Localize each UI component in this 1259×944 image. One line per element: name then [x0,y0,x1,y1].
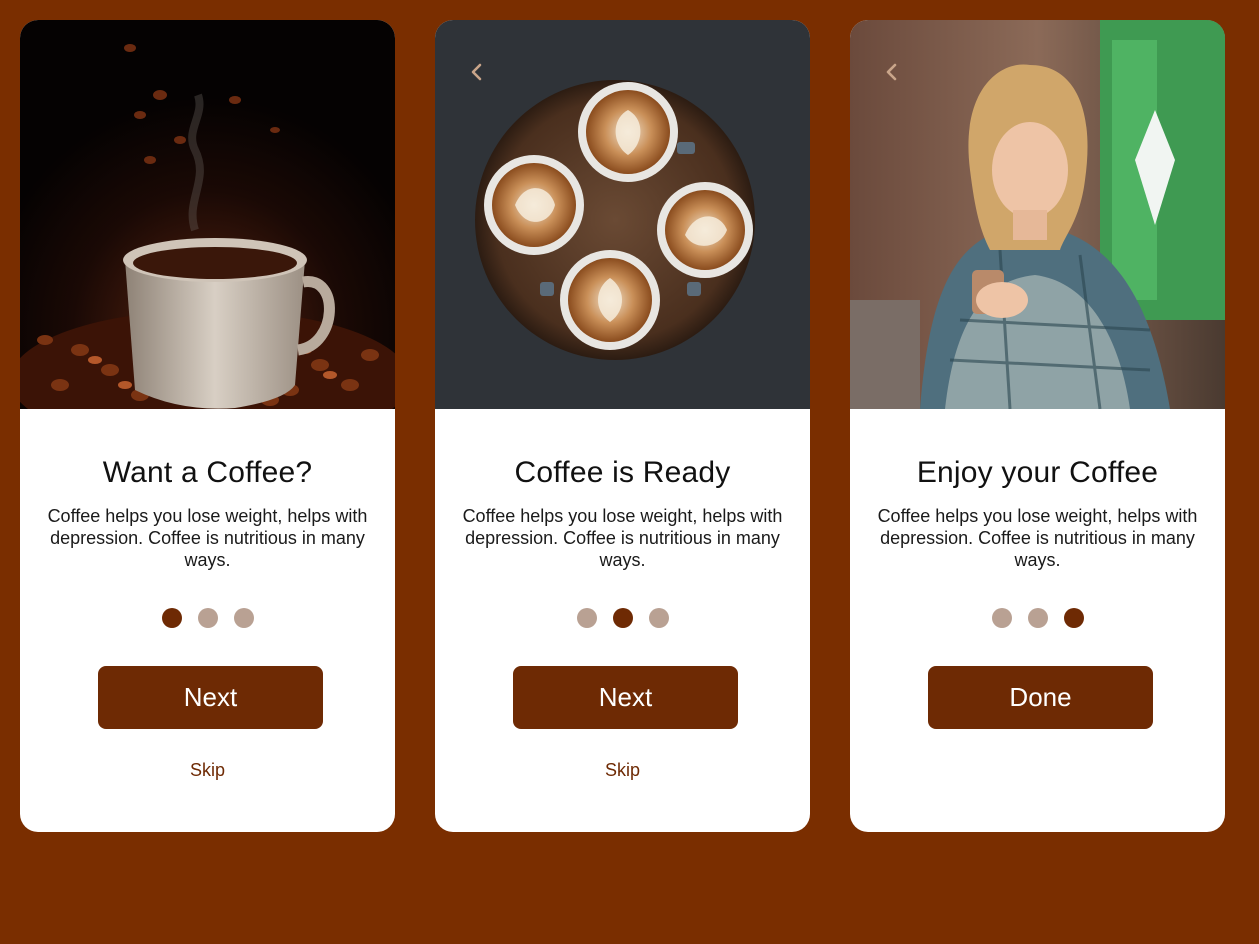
screen-title: Enjoy your Coffee [916,456,1159,489]
chevron-left-icon [886,63,897,81]
done-button[interactable]: Done [928,666,1153,729]
chevron-left-icon [471,63,482,81]
page-dot[interactable] [1027,608,1048,628]
screen-description: Coffee helps you lose weight, helps with… [877,506,1198,570]
back-button[interactable] [880,60,904,84]
latte-art-hero-image [435,20,810,409]
skip-link[interactable]: Skip [435,760,810,781]
next-button[interactable]: Next [98,666,323,729]
onboarding-screen-2: Coffee is Ready Coffee helps you lose we… [435,20,810,832]
page-dot[interactable] [576,608,597,628]
woman-with-coffee-hero-image [850,20,1225,409]
page-indicator [20,608,395,628]
back-button[interactable] [465,60,489,84]
page-dot[interactable] [233,608,254,628]
page-dot[interactable] [648,608,669,628]
page-dot-active[interactable] [161,608,182,628]
page-indicator [435,608,810,628]
onboarding-screen-1: Want a Coffee? Coffee helps you lose wei… [20,20,395,832]
next-button[interactable]: Next [513,666,738,729]
onboarding-screen-3: Enjoy your Coffee Coffee helps you lose … [850,20,1225,832]
page-dot[interactable] [991,608,1012,628]
page-dot[interactable] [197,608,218,628]
page-indicator [850,608,1225,628]
page-dot-active[interactable] [612,608,633,628]
screen-title: Want a Coffee? [102,456,313,489]
coffee-cup-hero-image [20,20,395,409]
screen-title: Coffee is Ready [514,456,731,489]
screen-description: Coffee helps you lose weight, helps with… [47,506,368,570]
skip-link[interactable]: Skip [20,760,395,781]
screen-description: Coffee helps you lose weight, helps with… [462,506,783,570]
page-dot-active[interactable] [1063,608,1084,628]
